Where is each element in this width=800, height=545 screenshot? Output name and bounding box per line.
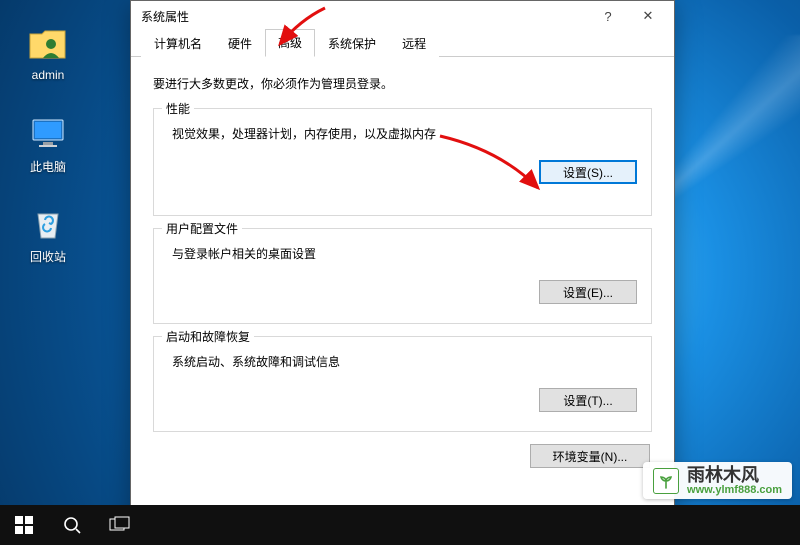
tab-computer-name[interactable]: 计算机名 — [141, 30, 215, 57]
group-legend: 启动和故障恢复 — [162, 328, 254, 345]
tab-advanced[interactable]: 高级 — [265, 29, 315, 57]
close-button[interactable]: ✕ — [628, 2, 668, 30]
dialog-title: 系统属性 — [141, 8, 189, 25]
group-legend: 性能 — [162, 100, 194, 117]
startup-recovery-settings-button[interactable]: 设置(T)... — [539, 388, 637, 412]
desktop-icon-recycle-bin[interactable]: 回收站 — [10, 202, 86, 265]
sprout-icon — [653, 468, 679, 494]
group-legend: 用户配置文件 — [162, 220, 242, 237]
group-description: 视觉效果，处理器计划，内存使用，以及虚拟内存 — [172, 125, 637, 142]
admin-notice: 要进行大多数更改，你必须作为管理员登录。 — [153, 75, 652, 92]
help-icon: ? — [604, 9, 611, 24]
group-performance: 性能 视觉效果，处理器计划，内存使用，以及虚拟内存 设置(S)... — [153, 108, 652, 216]
desktop-icon-label: admin — [10, 68, 86, 82]
search-icon — [62, 515, 82, 535]
environment-variables-button[interactable]: 环境变量(N)... — [530, 444, 650, 468]
group-description: 系统启动、系统故障和调试信息 — [172, 353, 637, 370]
system-properties-dialog: 系统属性 ? ✕ 计算机名 硬件 高级 系统保护 远程 要进行大多数更改，你必须… — [130, 0, 675, 536]
performance-settings-button[interactable]: 设置(S)... — [539, 160, 637, 184]
desktop-icon-admin[interactable]: admin — [10, 22, 86, 82]
monitor-icon — [27, 112, 69, 154]
windows-logo-icon — [15, 516, 33, 534]
watermark: 雨林木风 www.ylmf888.com — [643, 462, 792, 499]
tab-remote[interactable]: 远程 — [389, 30, 439, 57]
group-startup-recovery: 启动和故障恢复 系统启动、系统故障和调试信息 设置(T)... — [153, 336, 652, 432]
user-profiles-settings-button[interactable]: 设置(E)... — [539, 280, 637, 304]
tab-hardware[interactable]: 硬件 — [215, 30, 265, 57]
user-folder-icon — [27, 22, 69, 64]
close-icon: ✕ — [643, 8, 654, 24]
group-user-profiles: 用户配置文件 与登录帐户相关的桌面设置 设置(E)... — [153, 228, 652, 324]
tab-strip: 计算机名 硬件 高级 系统保护 远程 — [131, 31, 674, 57]
taskbar — [0, 505, 800, 545]
group-description: 与登录帐户相关的桌面设置 — [172, 245, 637, 262]
dialog-body: 要进行大多数更改，你必须作为管理员登录。 性能 视觉效果，处理器计划，内存使用，… — [131, 57, 674, 535]
recycle-bin-icon — [27, 202, 69, 244]
desktop-icon-label: 回收站 — [10, 248, 86, 265]
titlebar[interactable]: 系统属性 ? ✕ — [131, 1, 674, 31]
desktop-icon-this-pc[interactable]: 此电脑 — [10, 112, 86, 175]
watermark-brand: 雨林木风 — [687, 466, 782, 484]
help-button[interactable]: ? — [588, 2, 628, 30]
tab-system-protection[interactable]: 系统保护 — [315, 30, 389, 57]
task-view-icon — [109, 516, 131, 534]
start-button[interactable] — [0, 505, 48, 545]
desktop-icon-label: 此电脑 — [10, 158, 86, 175]
search-button[interactable] — [48, 505, 96, 545]
watermark-url: www.ylmf888.com — [687, 484, 782, 497]
task-view-button[interactable] — [96, 505, 144, 545]
